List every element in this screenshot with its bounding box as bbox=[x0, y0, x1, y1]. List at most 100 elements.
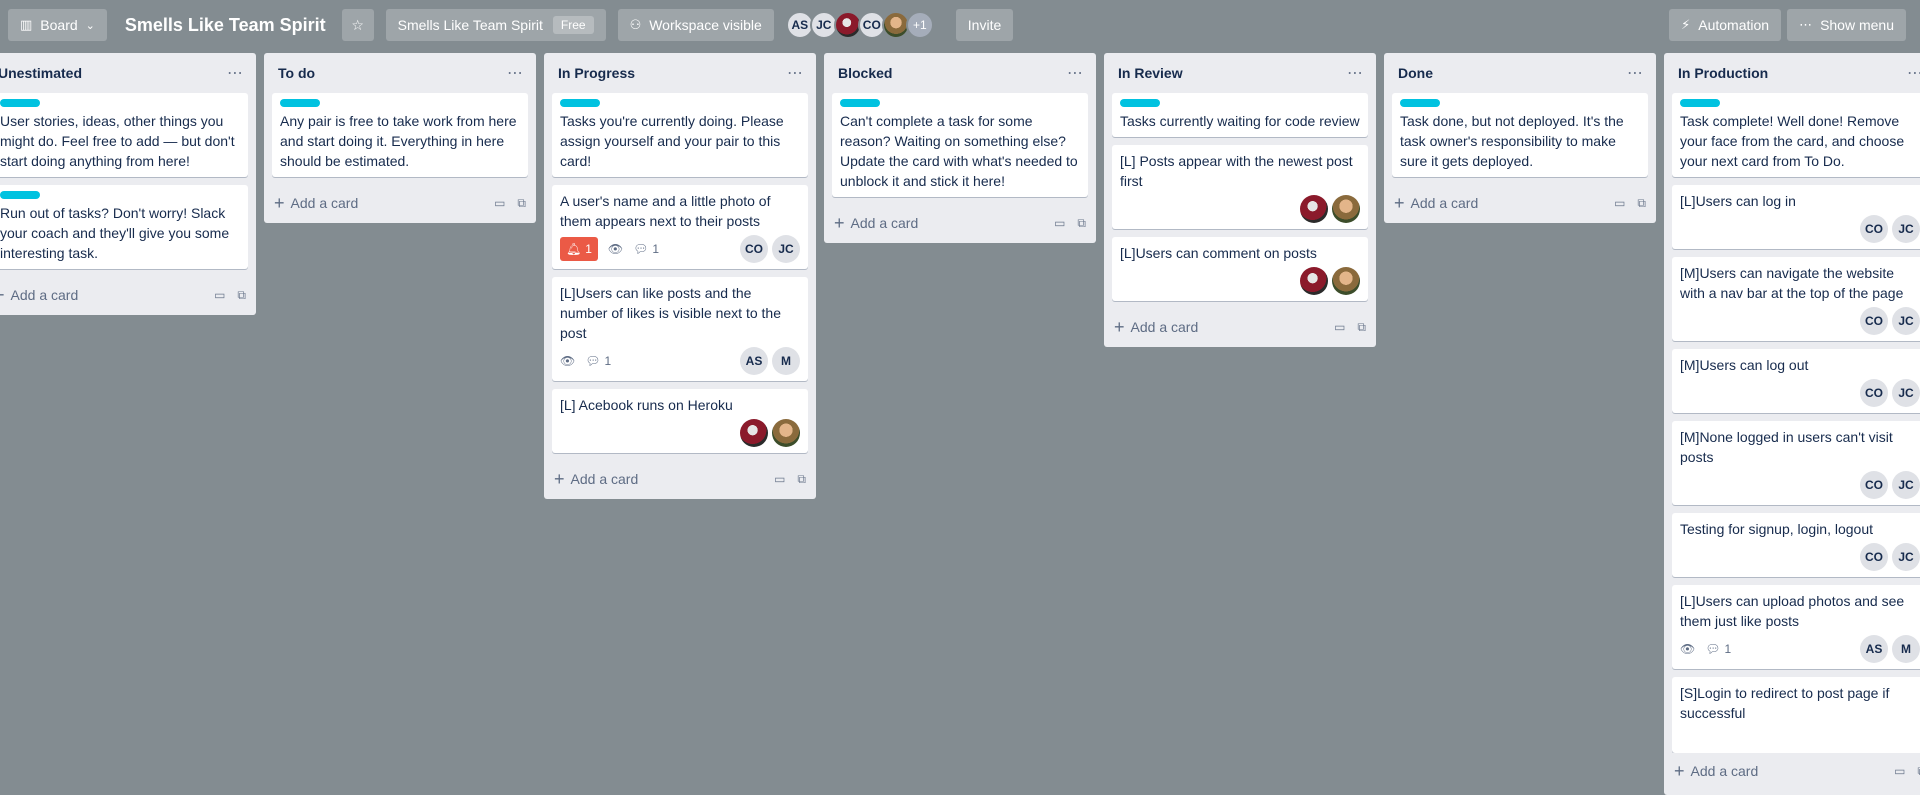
list-header[interactable]: In Progress ⋯ bbox=[544, 53, 816, 93]
card-member-photo[interactable] bbox=[1332, 195, 1360, 223]
plus-icon: + bbox=[554, 468, 565, 489]
card-title: [M]None logged in users can't visit post… bbox=[1680, 429, 1893, 465]
add-card-button[interactable]: + Add a card ▭ ⧉ bbox=[544, 461, 816, 497]
card-template-icon[interactable]: ⧉ bbox=[237, 288, 246, 303]
list-cards-scroll[interactable]: Task complete! Well done! Remove your fa… bbox=[1664, 93, 1920, 753]
star-button[interactable]: ☆ bbox=[341, 9, 374, 41]
list-header[interactable]: Unestimated ⋯ bbox=[0, 53, 256, 93]
list-to-do: To do ⋯ Any pair is free to take work fr… bbox=[264, 53, 536, 223]
automation-button[interactable]: ⚡ Automation bbox=[1669, 9, 1782, 41]
card-member-photo[interactable] bbox=[1300, 267, 1328, 295]
card[interactable]: [L] Posts appear with the newest post fi… bbox=[1112, 145, 1368, 229]
card[interactable]: [L]Users can log in CO JC bbox=[1672, 185, 1920, 249]
list-header[interactable]: In Review ⋯ bbox=[1104, 53, 1376, 93]
card-title: A user's name and a little photo of them… bbox=[560, 193, 771, 229]
card-template-icon[interactable]: ⧉ bbox=[797, 472, 806, 487]
card[interactable]: [M]Users can navigate the website with a… bbox=[1672, 257, 1920, 341]
list-menu-icon[interactable]: ⋯ bbox=[787, 63, 804, 83]
more-icon: ⋯ bbox=[1799, 17, 1813, 32]
add-card-button[interactable]: + Add a card ▭ ⧉ bbox=[0, 277, 256, 313]
card-member-avatar[interactable]: JC bbox=[1892, 215, 1920, 243]
card[interactable]: [L] Acebook runs on Heroku bbox=[552, 389, 808, 453]
more-members-badge[interactable]: +1 bbox=[905, 11, 934, 39]
list-menu-icon[interactable]: ⋯ bbox=[227, 63, 244, 83]
card[interactable]: Task done, but not deployed. It's the ta… bbox=[1392, 93, 1648, 177]
add-card-button[interactable]: + Add a card ▭ ⧉ bbox=[1384, 185, 1656, 221]
card-member-photo[interactable] bbox=[740, 419, 768, 447]
add-card-button[interactable]: + Add a card ▭ ⧉ bbox=[1664, 753, 1920, 789]
card-template-icon[interactable]: ⧉ bbox=[1637, 196, 1646, 211]
card-member-avatar[interactable]: JC bbox=[1892, 379, 1920, 407]
list-header[interactable]: Done ⋯ bbox=[1384, 53, 1656, 93]
list-menu-icon[interactable]: ⋯ bbox=[1907, 63, 1920, 83]
list-header[interactable]: In Production ⋯ bbox=[1664, 53, 1920, 93]
card-template-icon[interactable]: ⧉ bbox=[517, 196, 526, 211]
card-member-avatar[interactable]: M bbox=[772, 347, 800, 375]
card-title: [M]Users can navigate the website with a… bbox=[1680, 265, 1904, 301]
record-icon[interactable]: ▭ bbox=[1894, 764, 1905, 779]
list-in-progress: In Progress ⋯ Tasks you're currently doi… bbox=[544, 53, 816, 499]
list-menu-icon[interactable]: ⋯ bbox=[1627, 63, 1644, 83]
card[interactable]: A user's name and a little photo of them… bbox=[552, 185, 808, 269]
card-member-avatar[interactable]: CO bbox=[1860, 307, 1888, 335]
card[interactable]: [M]None logged in users can't visit post… bbox=[1672, 421, 1920, 505]
card-member-avatar[interactable]: CO bbox=[1860, 215, 1888, 243]
list-menu-icon[interactable]: ⋯ bbox=[507, 63, 524, 83]
record-icon[interactable]: ▭ bbox=[214, 288, 225, 303]
card[interactable]: [L]Users can like posts and the number o… bbox=[552, 277, 808, 381]
record-icon[interactable]: ▭ bbox=[1334, 320, 1345, 335]
card-member-avatar[interactable]: CO bbox=[740, 235, 768, 263]
record-icon[interactable]: ▭ bbox=[774, 472, 785, 487]
card-member-avatar[interactable]: JC bbox=[1892, 307, 1920, 335]
card[interactable]: Testing for signup, login, logout CO JC bbox=[1672, 513, 1920, 577]
board-view-switcher[interactable]: ▥ Board ⌄ bbox=[8, 9, 107, 41]
card-member-avatar[interactable]: CO bbox=[1860, 543, 1888, 571]
list-header[interactable]: To do ⋯ bbox=[264, 53, 536, 93]
card[interactable]: [S]Login to redirect to post page if suc… bbox=[1672, 677, 1920, 753]
card-template-icon[interactable]: ⧉ bbox=[1357, 320, 1366, 335]
card-title: User stories, ideas, other things you mi… bbox=[0, 113, 235, 169]
invite-button[interactable]: Invite bbox=[955, 9, 1014, 41]
workspace-button[interactable]: Smells Like Team Spirit Free bbox=[385, 9, 606, 41]
card-member-avatar[interactable]: JC bbox=[1892, 543, 1920, 571]
add-card-button[interactable]: + Add a card ▭ ⧉ bbox=[1104, 309, 1376, 345]
card[interactable]: Can't complete a task for some reason? W… bbox=[832, 93, 1088, 197]
card-template-icon[interactable]: ⧉ bbox=[1077, 216, 1086, 231]
list-header[interactable]: Blocked ⋯ bbox=[824, 53, 1096, 93]
add-card-button[interactable]: + Add a card ▭ ⧉ bbox=[824, 205, 1096, 241]
card-member-avatar[interactable]: AS bbox=[740, 347, 768, 375]
card[interactable]: Tasks you're currently doing. Please ass… bbox=[552, 93, 808, 177]
card[interactable]: Any pair is free to take work from here … bbox=[272, 93, 528, 177]
card[interactable]: [L]Users can upload photos and see them … bbox=[1672, 585, 1920, 669]
card[interactable]: User stories, ideas, other things you mi… bbox=[0, 93, 248, 177]
add-card-button[interactable]: + Add a card ▭ ⧉ bbox=[264, 185, 536, 221]
card-title: Task done, but not deployed. It's the ta… bbox=[1400, 113, 1624, 169]
list-menu-icon[interactable]: ⋯ bbox=[1347, 63, 1364, 83]
show-menu-button[interactable]: ⋯ Show menu bbox=[1787, 9, 1906, 41]
record-icon[interactable]: ▭ bbox=[1614, 196, 1625, 211]
card-member-photo[interactable] bbox=[1332, 267, 1360, 295]
card-member-avatar[interactable]: CO bbox=[1860, 471, 1888, 499]
card-member-avatar[interactable]: AS bbox=[1860, 635, 1888, 663]
card-member-avatar[interactable]: CO bbox=[1860, 379, 1888, 407]
card[interactable]: Tasks currently waiting for code review bbox=[1112, 93, 1368, 137]
list-menu-icon[interactable]: ⋯ bbox=[1067, 63, 1084, 83]
board-title[interactable]: Smells Like Team Spirit bbox=[125, 15, 326, 36]
record-icon[interactable]: ▭ bbox=[494, 196, 505, 211]
card[interactable]: [L]Users can comment on posts bbox=[1112, 237, 1368, 301]
record-icon[interactable]: ▭ bbox=[1054, 216, 1065, 231]
card-member-avatar[interactable]: M bbox=[1892, 635, 1920, 663]
card-member-photo[interactable] bbox=[772, 419, 800, 447]
card-member-avatar[interactable]: JC bbox=[1892, 471, 1920, 499]
card-title: [M]Users can log out bbox=[1680, 357, 1809, 373]
chevron-down-icon: ⌄ bbox=[85, 19, 95, 32]
add-card-label: Add a card bbox=[1130, 319, 1199, 335]
card[interactable]: [M]Users can log out CO JC bbox=[1672, 349, 1920, 413]
visibility-button[interactable]: ⚇ Workspace visible bbox=[617, 9, 774, 41]
board-header: ▥ Board ⌄ Smells Like Team Spirit ☆ Smel… bbox=[0, 0, 1920, 50]
card-member-photo[interactable] bbox=[1300, 195, 1328, 223]
card-member-avatar[interactable]: JC bbox=[772, 235, 800, 263]
alert-count: 1 bbox=[585, 242, 592, 256]
card[interactable]: Run out of tasks? Don't worry! Slack you… bbox=[0, 185, 248, 269]
card[interactable]: Task complete! Well done! Remove your fa… bbox=[1672, 93, 1920, 177]
